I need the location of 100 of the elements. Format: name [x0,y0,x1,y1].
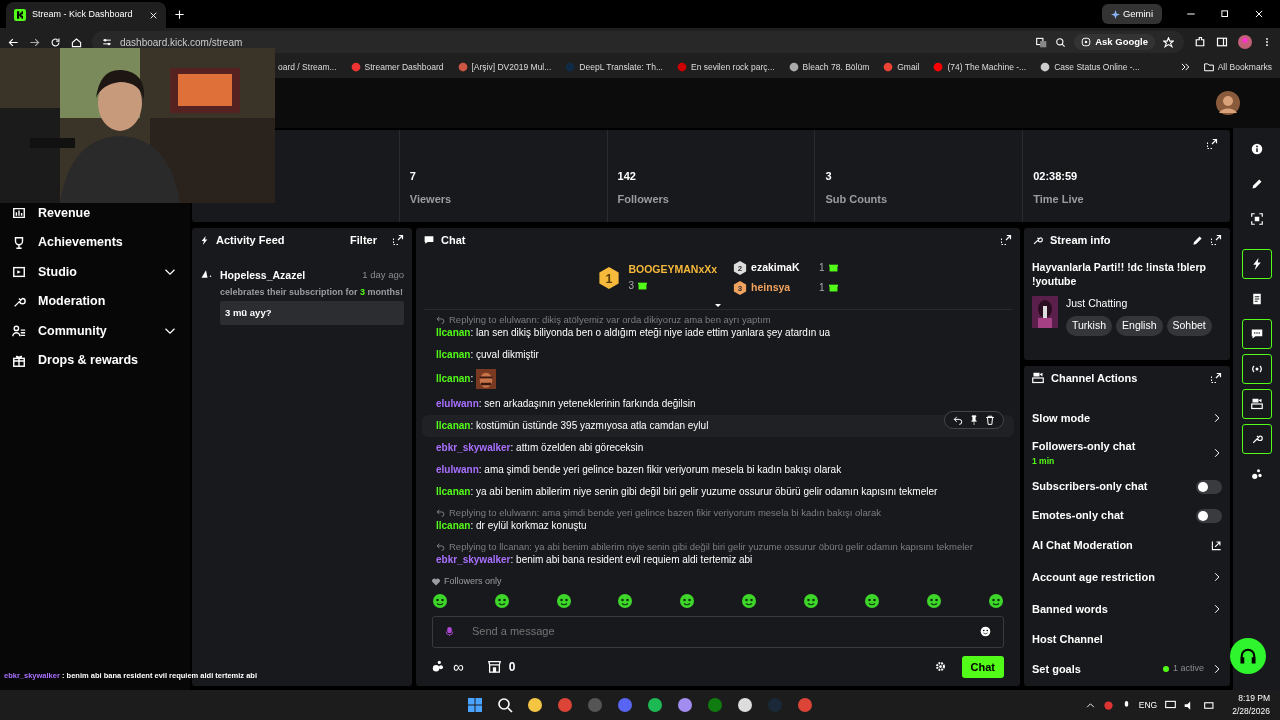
emote-icon[interactable] [987,592,1004,609]
chevron-right-icon[interactable] [1212,570,1222,584]
zoom-icon[interactable] [1055,36,1067,48]
back-icon[interactable] [8,36,19,48]
emote-icon[interactable] [740,592,757,609]
message-field[interactable]: Send a message [432,615,1004,648]
chat-mode-label: Followers only [444,575,502,588]
address-bar[interactable]: dashboard.kick.com/stream Ask Google [92,31,1184,53]
reply-icon[interactable] [953,414,963,425]
stat-value: 142 [617,169,637,184]
extensions-icon[interactable] [1194,36,1206,48]
taskbar-app-icon[interactable] [467,697,483,713]
forward-icon[interactable] [29,36,40,48]
chevron-up-icon[interactable] [1085,700,1095,710]
clock-time[interactable]: 8:19 PM [1232,692,1270,705]
tray-icon[interactable] [1102,699,1114,711]
bookmark[interactable]: Gmail [883,60,920,74]
send-button[interactable]: Chat [961,655,1004,678]
reload-icon[interactable] [50,36,61,48]
bookmark[interactable]: DeepL Translate: Th... [565,60,663,74]
clock-date[interactable]: 2/28/2026 [1232,705,1270,718]
taskbar-app-icon[interactable] [677,697,693,713]
new-tab-icon[interactable] [174,8,185,20]
bookmark[interactable]: Streamer Dashboard [350,60,444,74]
emote-icon[interactable] [802,592,819,609]
home-icon[interactable] [71,36,82,48]
bookmark[interactable]: Bleach 78. Bölüm [788,60,870,74]
ask-google-button[interactable]: Ask Google [1074,33,1155,51]
bookmark[interactable]: (74) The Machine -... [933,60,1027,74]
bookmark[interactable]: [Arşiv] DV2019 Mul... [457,60,552,74]
tag[interactable]: Sohbet [1166,315,1212,336]
bookmark[interactable]: Case Status Online -... [1040,60,1140,74]
emoji-icon[interactable] [980,626,991,637]
gemini-button[interactable]: Gemini [1102,4,1162,24]
language-indicator[interactable]: ENG [1138,698,1158,712]
chevron-right-icon[interactable] [1212,602,1222,616]
sidebar-item[interactable]: Studio [12,263,190,281]
taskbar-app-icon[interactable] [737,697,753,713]
rail-button[interactable] [1241,424,1272,454]
sidebar-item[interactable]: Revenue [12,204,190,222]
chat-username[interactable]: elulwann [436,396,479,411]
pin-icon[interactable] [969,414,979,425]
profile-avatar[interactable] [1238,35,1252,49]
close-icon[interactable] [1254,9,1264,19]
chat-username[interactable]: elulwann [436,462,479,477]
sidebar-item[interactable]: Community [12,322,190,340]
toggle-switch[interactable] [1196,508,1222,523]
browser-tab[interactable]: Stream - Kick Dashboard [6,2,166,28]
action-label: Account age restriction [1032,569,1155,585]
toggle-switch[interactable] [1196,479,1222,494]
external-link-icon[interactable] [1211,540,1222,551]
avatar[interactable] [1216,91,1240,115]
taskbar-app-icon[interactable] [527,697,543,713]
edit-icon[interactable] [1192,234,1203,246]
site-settings-icon[interactable] [102,37,112,47]
filter-button[interactable]: Filter [350,231,377,249]
chat-username[interactable]: ebkr_skywalker [436,440,511,455]
all-bookmarks-button[interactable]: All Bookmarks [1203,60,1280,74]
expand-icon[interactable] [1206,138,1218,150]
rail-button[interactable] [1241,354,1272,384]
chevron-right-icon[interactable] [1212,446,1222,460]
gift-icon [828,283,838,293]
chevron-right-icon[interactable] [1212,411,1222,425]
rail-button[interactable] [1241,389,1272,419]
bookmark[interactable]: En sevilen rock parç... [677,60,775,74]
settings-icon[interactable] [934,661,946,673]
battery-icon[interactable] [1203,699,1217,711]
emote-icon[interactable] [432,592,448,609]
emote-icon[interactable] [864,592,881,609]
category-name[interactable]: Just Chatting [1066,296,1212,312]
rail-button[interactable] [1241,249,1272,279]
tag[interactable]: English [1116,315,1163,336]
taskbar-app-icon[interactable] [647,697,663,713]
trash-icon[interactable] [985,414,995,425]
sidebar-item[interactable]: Moderation [12,292,190,311]
chevron-right-icon[interactable] [1212,662,1222,676]
chat-username[interactable]: ebkr_skywalker [436,552,511,567]
more-icon[interactable] [1179,62,1190,72]
close-icon[interactable] [149,10,158,20]
tag[interactable]: Turkish [1066,315,1113,336]
emote-icon[interactable] [926,592,943,609]
expand-icon[interactable] [1000,234,1012,246]
emote-icon[interactable] [493,592,510,609]
sidebar-item[interactable]: Achievements [12,233,190,252]
translate-icon[interactable] [1036,36,1048,48]
expand-icon[interactable] [1210,372,1222,384]
chat-input[interactable]: Send a message [470,622,964,641]
taskbar-app-icon[interactable] [497,697,513,713]
restore-icon[interactable] [1220,9,1230,19]
rail-button[interactable] [1241,319,1272,349]
expand-icon[interactable] [1210,234,1222,246]
bookmark[interactable]: oard / Stream... [278,60,337,74]
side-panel-icon[interactable] [1216,36,1228,48]
sidebar-item[interactable]: Drops & rewards [12,351,190,370]
emote-icon[interactable] [555,592,572,609]
star-icon[interactable] [1163,36,1174,48]
sparkle-icon [1111,9,1121,19]
expand-icon[interactable] [392,234,404,246]
emote-icon[interactable] [679,592,696,609]
emote-icon[interactable] [617,592,634,609]
